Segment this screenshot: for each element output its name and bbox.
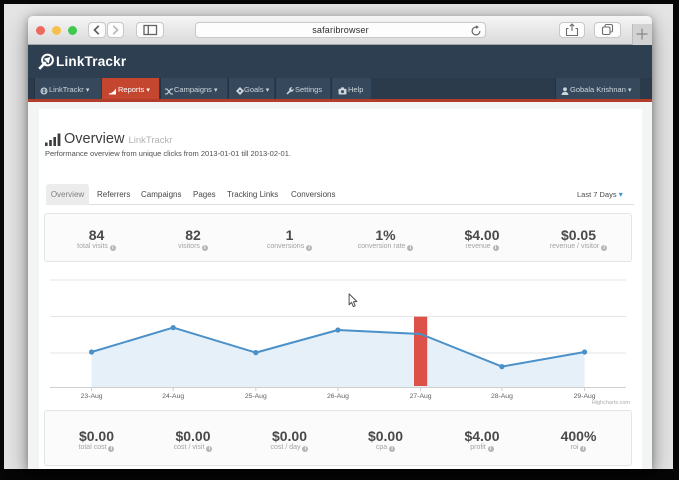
svg-text:23-Aug: 23-Aug bbox=[81, 393, 103, 400]
svg-text:Highcharts.com: Highcharts.com bbox=[592, 400, 631, 406]
svg-text:26-Aug: 26-Aug bbox=[327, 393, 349, 400]
svg-text:25-Aug: 25-Aug bbox=[245, 393, 267, 400]
svg-text:28-Aug: 28-Aug bbox=[491, 393, 513, 400]
svg-text:29-Aug: 29-Aug bbox=[574, 393, 596, 400]
svg-text:24-Aug: 24-Aug bbox=[162, 393, 184, 400]
svg-text:27-Aug: 27-Aug bbox=[410, 393, 432, 400]
